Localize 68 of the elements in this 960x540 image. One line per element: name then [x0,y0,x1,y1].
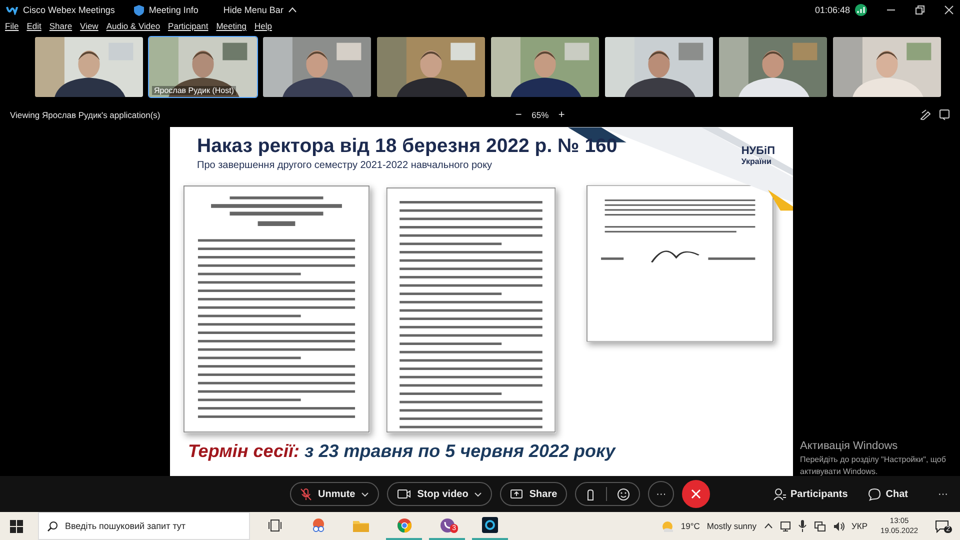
zoom-out-button[interactable]: − [514,108,524,120]
smiley-icon[interactable] [617,488,630,500]
menu-item[interactable]: View [80,21,98,31]
chevron-down-icon [361,492,370,496]
logo-text: НУБіП [741,145,775,157]
share-button[interactable]: Share [500,482,568,506]
speech-bubble-icon [868,488,881,500]
popout-icon[interactable] [939,109,950,120]
overflow-button[interactable]: ··· [938,488,948,500]
chevron-up-icon [288,7,298,13]
video-tile[interactable]: Ярослав Рудик (Host) [148,36,258,98]
speech-bubble-icon [935,520,950,532]
camera-icon [397,489,412,499]
webex-logo-icon [6,5,18,15]
meeting-info-button[interactable]: Meeting Info [148,5,198,15]
menu-item[interactable]: Edit [26,21,42,31]
taskbar-search-field[interactable]: Введіть пошуковий запит тут [38,512,250,540]
signal-icon [855,4,867,16]
chrome-icon [396,518,412,532]
chevron-down-icon [474,492,482,496]
chat-button[interactable]: Chat [868,488,908,500]
stop-video-button[interactable]: Stop video [387,482,492,506]
zoom-level: 65% [532,110,549,120]
muted-microphone-icon [300,488,312,500]
slide-subtitle: Про завершення другого семестру 2021-2022 навчального року [197,160,494,171]
close-icon[interactable] [944,5,954,15]
shield-icon [134,4,144,16]
activation-title: Активація Windows [800,440,899,452]
hand-icon[interactable] [585,488,596,500]
hide-menu-bar-button[interactable]: Hide Menu Bar [223,5,298,15]
viewing-label: Viewing Ярослав Рудик's application(s) [10,110,160,120]
logo-text: України [741,157,772,166]
close-icon [691,489,702,499]
activation-message: Перейдіть до розділу "Настройки", щоб активувати Windows. [800,454,947,478]
network-icon[interactable] [814,520,826,532]
task-view-icon [268,518,282,532]
session-dates: Термін сесії: з 23 травня по 5 червня 2022 року [188,441,616,462]
annotate-icon[interactable] [920,109,931,120]
participants-button[interactable]: Participants [772,488,848,500]
unmute-button[interactable]: Unmute [290,482,380,506]
meeting-clock: 01:06:48 [814,5,850,15]
chevron-up-icon[interactable] [764,523,773,529]
folder-icon [353,518,369,532]
microphone-icon[interactable] [798,520,807,532]
end-meeting-button[interactable] [682,480,710,508]
temperature: 19°C [680,521,700,531]
scissors-icon [310,518,326,532]
webex-app-icon [482,517,498,533]
person-icon [772,488,786,500]
app-title: Cisco Webex Meetings [23,5,115,15]
weather-text: Mostly sunny [706,521,757,531]
more-options-button[interactable]: ··· [648,481,674,507]
share-screen-icon [510,488,524,500]
menu-item[interactable]: Share [49,21,72,31]
menu-item[interactable]: Participant [168,21,208,31]
restore-icon[interactable] [915,5,925,15]
menu-item[interactable]: Meeting [216,21,246,31]
menu-item[interactable]: Help [254,21,272,31]
participant-name: Ярослав Рудик (Host) [152,86,236,95]
menu-item[interactable]: Audio & Video [106,21,160,31]
monitor-icon[interactable] [780,520,791,532]
search-icon [47,521,58,532]
keyboard-language[interactable]: УКР [852,521,868,531]
menu-item[interactable]: File [5,21,19,31]
weather-sun-icon [660,520,674,532]
windows-start-icon[interactable] [10,520,23,532]
speaker-icon[interactable] [832,520,845,532]
zoom-in-button[interactable]: + [556,108,567,120]
